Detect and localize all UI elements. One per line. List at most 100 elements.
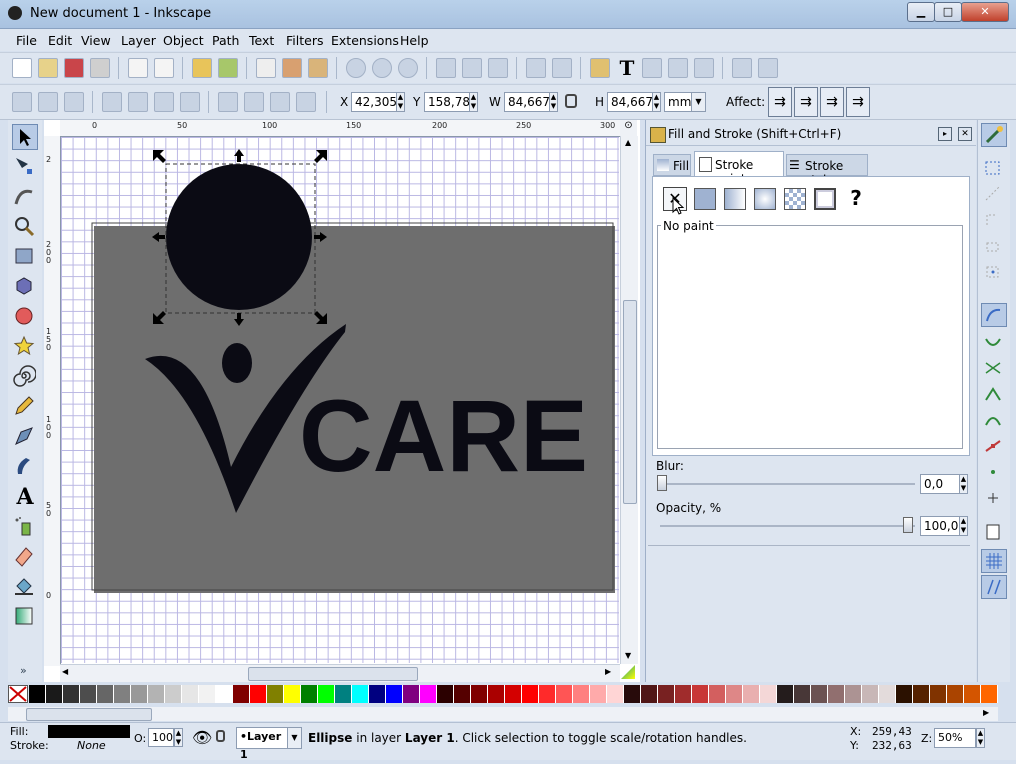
zoom-corner-icon[interactable]: ⊙ xyxy=(620,120,637,136)
menu-layer[interactable]: Layer xyxy=(121,33,156,48)
spray-tool-icon[interactable] xyxy=(12,514,38,540)
h-spin-arrows[interactable]: ▲ ▼ xyxy=(652,92,661,112)
palette-swatch[interactable] xyxy=(403,685,420,703)
palette-swatch[interactable] xyxy=(131,685,148,703)
stroke-indicator[interactable]: None xyxy=(77,739,106,752)
palette-swatch[interactable] xyxy=(641,685,658,703)
horizontal-scrollbar[interactable]: ◀ ▶ xyxy=(60,664,620,682)
linear-gradient-button[interactable] xyxy=(724,188,746,210)
y-field[interactable]: 158,787 xyxy=(424,92,478,112)
zoom-drawing-icon[interactable] xyxy=(372,58,392,78)
hide-layer-eye-icon[interactable]: 👁 xyxy=(192,728,212,747)
palette-swatch[interactable] xyxy=(896,685,913,703)
palette-swatch[interactable] xyxy=(981,685,998,703)
palette-swatch[interactable] xyxy=(386,685,403,703)
snap-object-centers-icon[interactable] xyxy=(981,461,1007,485)
palette-swatch[interactable] xyxy=(46,685,63,703)
opacity-slider-thumb[interactable] xyxy=(903,517,913,533)
palette-swatch[interactable] xyxy=(420,685,437,703)
h-field[interactable]: 84,667 xyxy=(607,92,653,112)
pattern-button[interactable] xyxy=(784,188,806,210)
node-tool-icon[interactable] xyxy=(12,154,38,180)
redo-icon[interactable] xyxy=(218,58,238,78)
open-icon[interactable] xyxy=(38,58,58,78)
snap-bbox-icon[interactable] xyxy=(981,157,1007,181)
palette-swatch[interactable] xyxy=(845,685,862,703)
palette-swatch[interactable] xyxy=(352,685,369,703)
rectangle-tool-icon[interactable] xyxy=(12,244,38,270)
flip-vertical-icon[interactable] xyxy=(180,92,200,112)
minimize-button[interactable]: ▁ xyxy=(907,2,935,22)
palette-swatch[interactable] xyxy=(165,685,182,703)
palette-swatch[interactable] xyxy=(267,685,284,703)
unit-select[interactable]: mm xyxy=(664,92,692,112)
blur-field[interactable]: 0,0 xyxy=(920,474,960,494)
blur-spin-arrows[interactable]: ▲ ▼ xyxy=(959,474,968,494)
palette-swatch[interactable] xyxy=(505,685,522,703)
toolbox-more-chevron-icon[interactable]: » xyxy=(20,664,27,677)
preferences-icon[interactable] xyxy=(732,58,752,78)
snap-grid-icon[interactable] xyxy=(981,549,1007,573)
rotate-cw-icon[interactable] xyxy=(128,92,148,112)
tweak-tool-icon[interactable] xyxy=(12,184,38,210)
horizontal-scroll-thumb[interactable] xyxy=(248,667,418,681)
flip-horizontal-icon[interactable] xyxy=(154,92,174,112)
tab-stroke-paint[interactable]: Stroke paint xyxy=(694,151,784,186)
snap-bbox-center-icon[interactable] xyxy=(981,261,1007,285)
palette-swatch[interactable] xyxy=(760,685,777,703)
drawing-canvas[interactable]: CARE xyxy=(61,137,619,663)
paint-bucket-tool-icon[interactable] xyxy=(12,574,38,600)
palette-swatch[interactable] xyxy=(471,685,488,703)
palette-swatch[interactable] xyxy=(930,685,947,703)
snap-page-border-icon[interactable] xyxy=(981,521,1007,545)
w-spin-arrows[interactable]: ▲ ▼ xyxy=(549,92,558,112)
select-all-icon[interactable] xyxy=(12,92,32,112)
snap-paths-icon[interactable] xyxy=(981,331,1007,355)
palette-swatch[interactable] xyxy=(828,685,845,703)
pencil-tool-icon[interactable] xyxy=(12,394,38,420)
palette-swatch[interactable] xyxy=(573,685,590,703)
x-spin-arrows[interactable]: ▲ ▼ xyxy=(396,92,405,112)
layer-select[interactable]: •Layer 1 xyxy=(236,727,288,761)
unit-dropdown-icon[interactable]: ▼ xyxy=(691,92,706,112)
transform-gradients-toggle[interactable]: ⇉ xyxy=(820,87,844,117)
palette-swatch[interactable] xyxy=(777,685,794,703)
text-tool-icon[interactable]: A xyxy=(12,484,38,510)
palette-swatch[interactable] xyxy=(811,685,828,703)
print-icon[interactable] xyxy=(90,58,110,78)
new-document-icon[interactable] xyxy=(12,58,32,78)
opacity-slider-track[interactable] xyxy=(660,525,915,527)
opacity-status-spin[interactable]: ▲ ▼ xyxy=(174,728,183,747)
palette-swatch[interactable] xyxy=(488,685,505,703)
zoom-tool-icon[interactable] xyxy=(12,214,38,240)
rotate-ccw-icon[interactable] xyxy=(102,92,122,112)
palette-swatch[interactable] xyxy=(233,685,250,703)
y-spin-arrows[interactable]: ▲ ▼ xyxy=(469,92,478,112)
swatch-button[interactable] xyxy=(814,188,836,210)
palette-swatch[interactable] xyxy=(318,685,335,703)
palette-swatch[interactable] xyxy=(97,685,114,703)
snap-nodes-icon[interactable] xyxy=(981,303,1007,327)
copy-icon[interactable] xyxy=(256,58,276,78)
snap-bbox-corners-icon[interactable] xyxy=(981,209,1007,233)
palette-scroll-thumb[interactable] xyxy=(26,708,152,721)
snap-bbox-midpoints-icon[interactable] xyxy=(981,235,1007,259)
palette-scrollbar[interactable]: ▶ xyxy=(8,707,998,721)
paste-icon[interactable] xyxy=(308,58,328,78)
export-icon[interactable] xyxy=(154,58,174,78)
eraser-tool-icon[interactable] xyxy=(12,544,38,570)
palette-swatch[interactable] xyxy=(437,685,454,703)
palette-swatch[interactable] xyxy=(148,685,165,703)
lock-layer-icon[interactable] xyxy=(216,730,225,742)
color-palette[interactable] xyxy=(8,685,998,705)
cut-icon[interactable] xyxy=(282,58,302,78)
import-icon[interactable] xyxy=(128,58,148,78)
snap-intersections-icon[interactable] xyxy=(981,357,1007,381)
transform-patterns-toggle[interactable]: ⇉ xyxy=(846,87,870,117)
undo-icon[interactable] xyxy=(192,58,212,78)
ungroup-icon[interactable] xyxy=(552,58,572,78)
fill-indicator[interactable] xyxy=(48,725,130,738)
snap-bbox-edges-icon[interactable] xyxy=(981,183,1007,207)
palette-swatch[interactable] xyxy=(301,685,318,703)
palette-swatch[interactable] xyxy=(199,685,216,703)
